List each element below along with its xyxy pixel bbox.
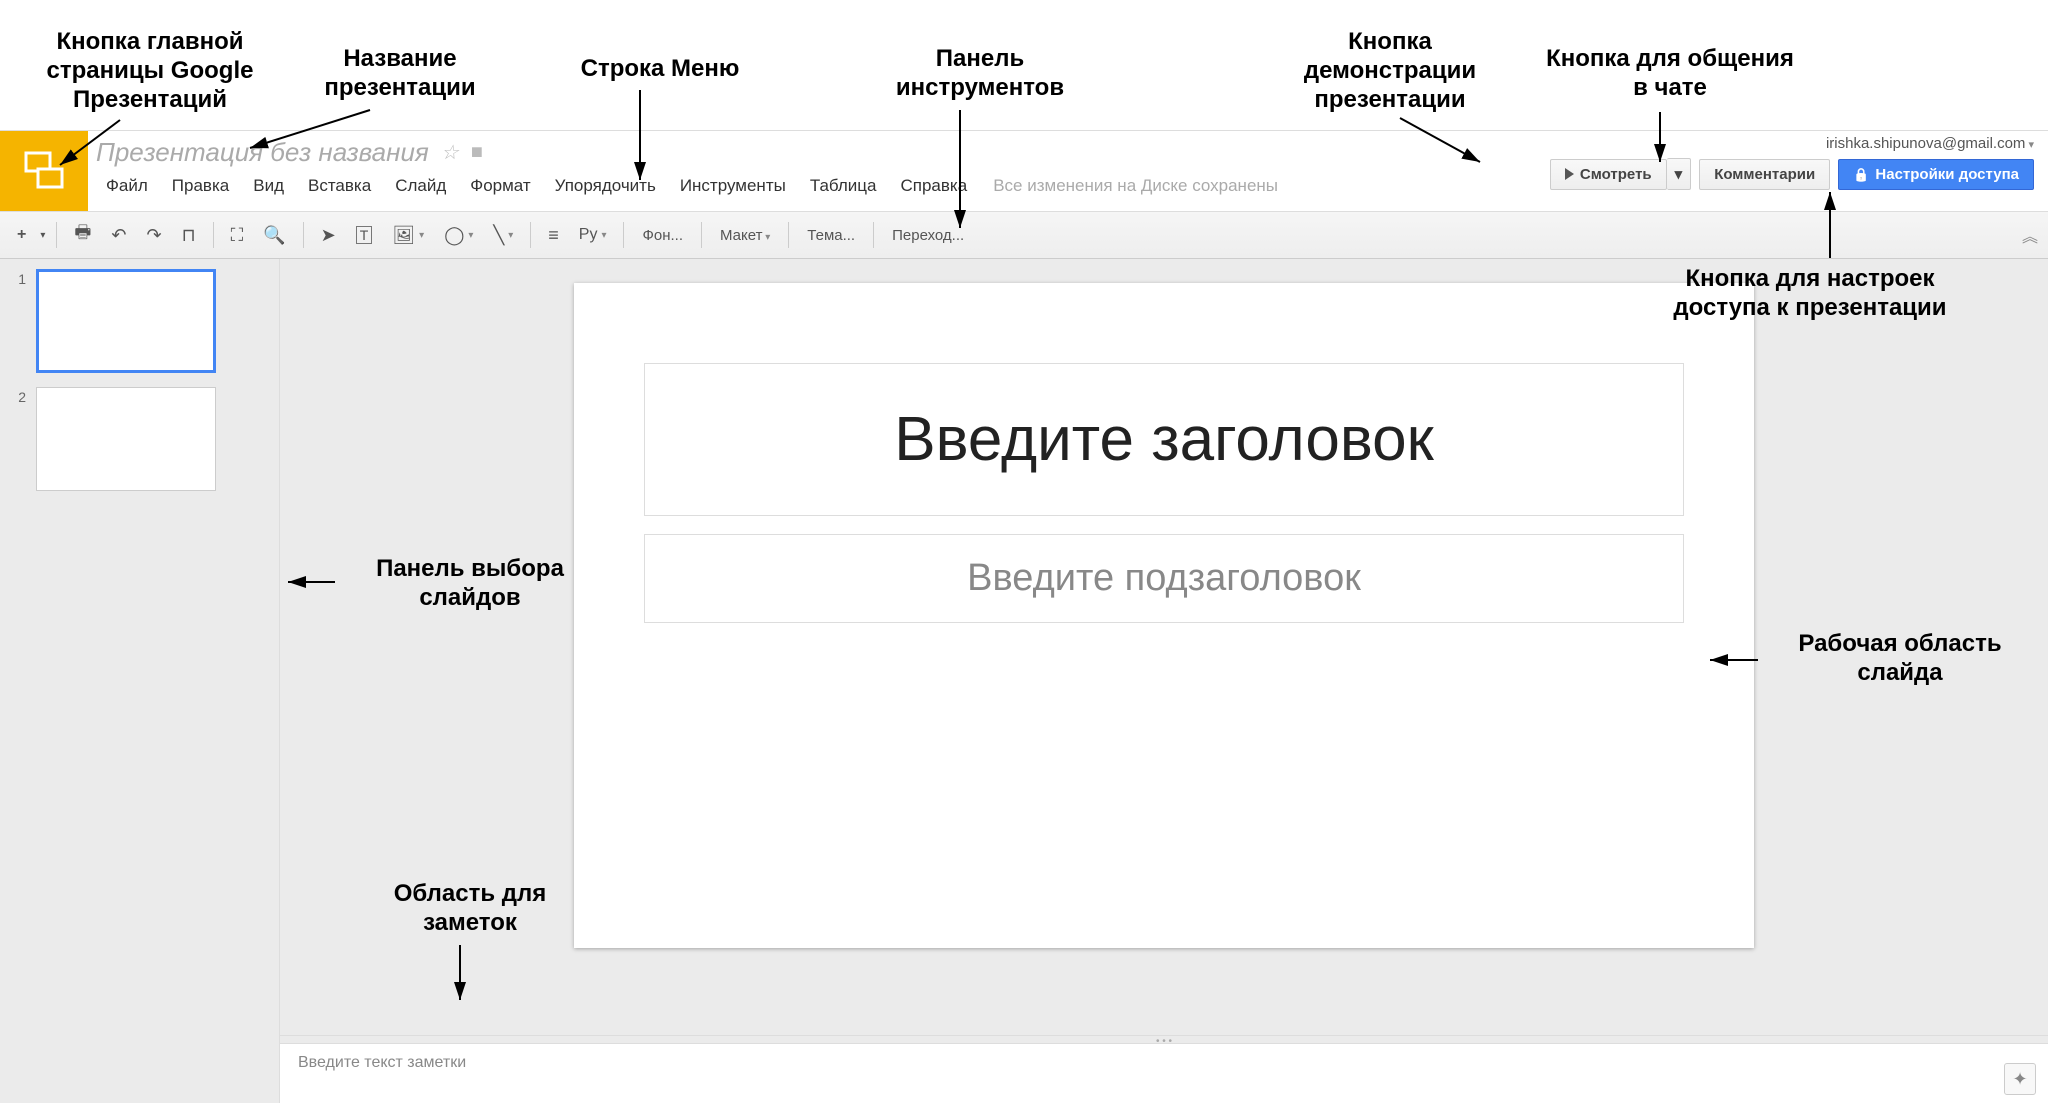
comments-button[interactable]: Комментарии: [1699, 159, 1830, 190]
slide-thumbnail-2[interactable]: [36, 387, 216, 491]
zoom-button[interactable]: 🔍: [254, 218, 294, 253]
home-button[interactable]: [0, 131, 88, 211]
cursor-icon: ➤: [321, 225, 336, 246]
header: Презентация без названия ☆ ■ Файл Правка…: [0, 131, 2048, 211]
shape-icon: ◯: [444, 225, 464, 246]
new-slide-dropdown[interactable]: ▾: [37, 223, 48, 248]
undo-icon: ↶: [111, 225, 126, 246]
textbox-icon: T: [356, 226, 373, 244]
slide-thumbnail-1[interactable]: [36, 269, 216, 373]
textbox-tool[interactable]: T: [347, 219, 382, 251]
share-label: Настройки доступа: [1875, 166, 2019, 183]
anno-present: Кнопка демонстрации презентации: [1260, 28, 1520, 114]
thumb-row-1[interactable]: 1: [14, 269, 265, 373]
transition-button[interactable]: Переход...: [882, 221, 974, 250]
speaker-notes[interactable]: Введите текст заметки ✦: [280, 1043, 2048, 1103]
share-button[interactable]: Настройки доступа: [1838, 159, 2034, 190]
toolbar: + ▾ 🖶 ↶ ↷ ⊓ ⛶ 🔍 ➤ T 🖼 ◯ ╲ ≡ Ру Фон... Ма…: [0, 211, 2048, 259]
zoom-icon: 🔍: [263, 225, 285, 246]
menu-arrange[interactable]: Упорядочить: [545, 172, 666, 200]
zoom-fit-button[interactable]: ⛶: [222, 218, 253, 253]
language-label: Ру: [579, 226, 598, 244]
menu-bar: Файл Правка Вид Вставка Слайд Формат Упо…: [96, 172, 1542, 200]
shape-tool[interactable]: ◯: [435, 218, 482, 253]
paint-roller-icon: ⊓: [182, 225, 196, 246]
new-slide-button[interactable]: +: [8, 219, 35, 251]
line-icon: ╲: [493, 225, 504, 246]
canvas-scroll[interactable]: Введите заголовок Введите подзаголовок: [280, 259, 2048, 1035]
paint-format-button[interactable]: ⊓: [173, 218, 205, 253]
document-title[interactable]: Презентация без названия: [96, 137, 429, 168]
menu-table[interactable]: Таблица: [800, 172, 887, 200]
thumb-number: 2: [14, 387, 26, 491]
expand-toolbar-button[interactable]: ︽: [2022, 223, 2034, 247]
menu-slide[interactable]: Слайд: [385, 172, 456, 200]
image-tool[interactable]: 🖼: [383, 218, 433, 253]
subtitle-placeholder[interactable]: Введите подзаголовок: [644, 534, 1684, 623]
print-icon: 🖶: [74, 220, 91, 250]
notes-placeholder: Введите текст заметки: [298, 1054, 466, 1071]
redo-icon: ↷: [146, 225, 161, 246]
menu-file[interactable]: Файл: [96, 172, 158, 200]
filmstrip[interactable]: 1 2: [0, 259, 280, 1103]
explore-icon: ✦: [2012, 1069, 2027, 1090]
select-tool[interactable]: ➤: [312, 218, 345, 253]
print-button[interactable]: 🖶: [65, 213, 100, 257]
align-button[interactable]: ≡: [539, 218, 568, 253]
play-icon: [1565, 168, 1574, 180]
menu-edit[interactable]: Правка: [162, 172, 239, 200]
menu-help[interactable]: Справка: [891, 172, 978, 200]
layout-button[interactable]: Макет: [710, 221, 780, 250]
notes-resize-handle[interactable]: • • •: [280, 1035, 2048, 1043]
present-label: Смотреть: [1580, 166, 1652, 183]
language-button[interactable]: Ру: [570, 219, 616, 251]
background-button[interactable]: Фон...: [632, 221, 693, 250]
google-slides-app: Презентация без названия ☆ ■ Файл Правка…: [0, 130, 2048, 1103]
title-area: Презентация без названия ☆ ■ Файл Правка…: [88, 131, 1550, 200]
anno-logo: Кнопка главной страницы Google Презентац…: [10, 28, 290, 114]
header-right: irishka.shipunova@gmail.com Смотреть ▾ К…: [1550, 131, 2048, 190]
anno-title: Название презентации: [280, 45, 520, 103]
menu-insert[interactable]: Вставка: [298, 172, 381, 200]
slide-canvas[interactable]: Введите заголовок Введите подзаголовок: [574, 283, 1754, 948]
user-account[interactable]: irishka.shipunova@gmail.com: [1826, 135, 2034, 152]
menu-format[interactable]: Формат: [460, 172, 540, 200]
align-icon: ≡: [548, 225, 559, 246]
menu-view[interactable]: Вид: [243, 172, 294, 200]
anno-menubar: Строка Меню: [550, 55, 770, 84]
theme-button[interactable]: Тема...: [797, 221, 865, 250]
menu-tools[interactable]: Инструменты: [670, 172, 796, 200]
thumb-row-2[interactable]: 2: [14, 387, 265, 491]
save-status: Все изменения на Диске сохранены: [993, 176, 1278, 196]
star-icon[interactable]: ☆: [441, 140, 459, 165]
anno-toolbar: Панель инструментов: [850, 45, 1110, 103]
slides-logo-icon: [20, 147, 68, 195]
canvas-area: Введите заголовок Введите подзаголовок •…: [280, 259, 2048, 1103]
title-placeholder[interactable]: Введите заголовок: [644, 363, 1684, 516]
folder-icon[interactable]: ■: [471, 141, 483, 164]
present-dropdown[interactable]: ▾: [1667, 158, 1692, 190]
thumb-number: 1: [14, 269, 26, 373]
present-button[interactable]: Смотреть: [1550, 159, 1667, 190]
content-area: 1 2 Введите заголовок Введите подзаголов…: [0, 259, 2048, 1103]
anno-chat: Кнопка для общения в чате: [1540, 45, 1800, 103]
fit-icon: ⛶: [231, 225, 244, 246]
undo-button[interactable]: ↶: [102, 218, 135, 253]
image-icon: 🖼: [392, 225, 415, 246]
lock-icon: [1853, 166, 1869, 183]
line-tool[interactable]: ╲: [484, 218, 522, 253]
explore-button[interactable]: ✦: [2004, 1063, 2036, 1095]
redo-button[interactable]: ↷: [137, 218, 170, 253]
